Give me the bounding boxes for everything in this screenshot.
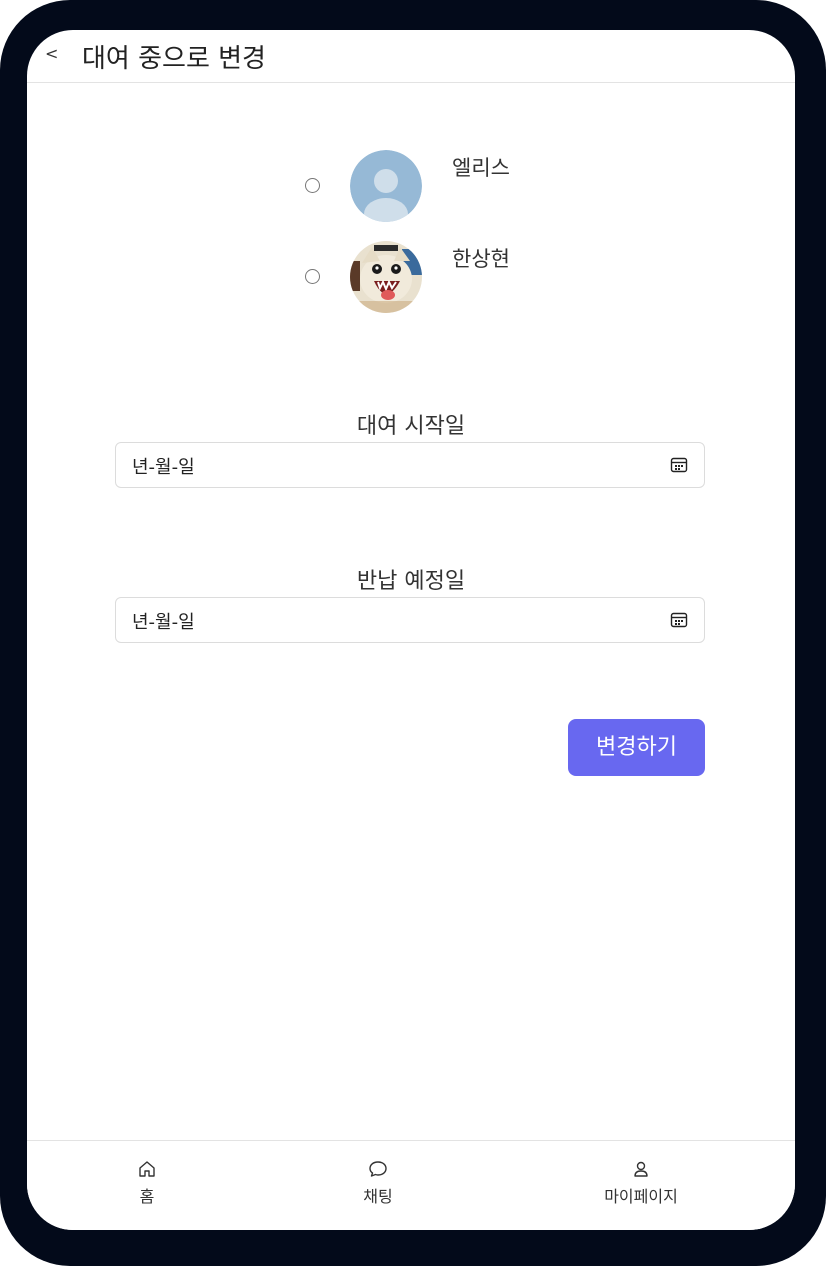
user-radio-1[interactable] [305, 178, 320, 193]
nav-label-home: 홈 [139, 1187, 155, 1206]
user-radio-2[interactable] [305, 269, 320, 284]
app-screen: < 대여 중으로 변경 엘리스 한상현 대여 시작일 년-월-일 반납 예정일 … [27, 30, 795, 1230]
user-name-1: 엘리스 [452, 156, 510, 180]
default-avatar-icon [350, 150, 422, 222]
app-header: < 대여 중으로 변경 [27, 30, 795, 83]
device-frame: < 대여 중으로 변경 엘리스 한상현 대여 시작일 년-월-일 반납 예정일 … [0, 0, 826, 1266]
home-icon [139, 1161, 155, 1177]
start-date-placeholder: 년-월-일 [132, 457, 195, 478]
start-date-label: 대여 시작일 [356, 414, 466, 439]
user-icon [634, 1161, 648, 1177]
start-date-input[interactable]: 년-월-일 [115, 442, 705, 488]
back-button[interactable]: < [45, 44, 58, 63]
submit-button[interactable]: 변경하기 [568, 719, 705, 776]
nav-label-chat: 채팅 [363, 1187, 393, 1206]
nav-item-home[interactable]: 홈 [77, 1159, 217, 1207]
bottom-nav: 홈 채팅 마이페이지 [27, 1140, 795, 1230]
nav-item-chat[interactable]: 채팅 [308, 1159, 448, 1207]
chat-icon [369, 1161, 387, 1177]
user-option-1[interactable]: 엘리스 [27, 150, 795, 224]
page-title: 대여 중으로 변경 [82, 44, 266, 74]
calendar-icon[interactable] [670, 611, 688, 629]
end-date-input[interactable]: 년-월-일 [115, 597, 705, 643]
calendar-icon[interactable] [670, 456, 688, 474]
end-date-placeholder: 년-월-일 [132, 612, 195, 633]
user-name-2: 한상현 [452, 247, 510, 271]
user-option-2[interactable]: 한상현 [27, 241, 795, 315]
nav-item-mypage[interactable]: 마이페이지 [571, 1159, 711, 1207]
end-date-label: 반납 예정일 [356, 569, 466, 594]
profile-photo-avatar [350, 241, 422, 313]
nav-label-mypage: 마이페이지 [604, 1187, 678, 1206]
